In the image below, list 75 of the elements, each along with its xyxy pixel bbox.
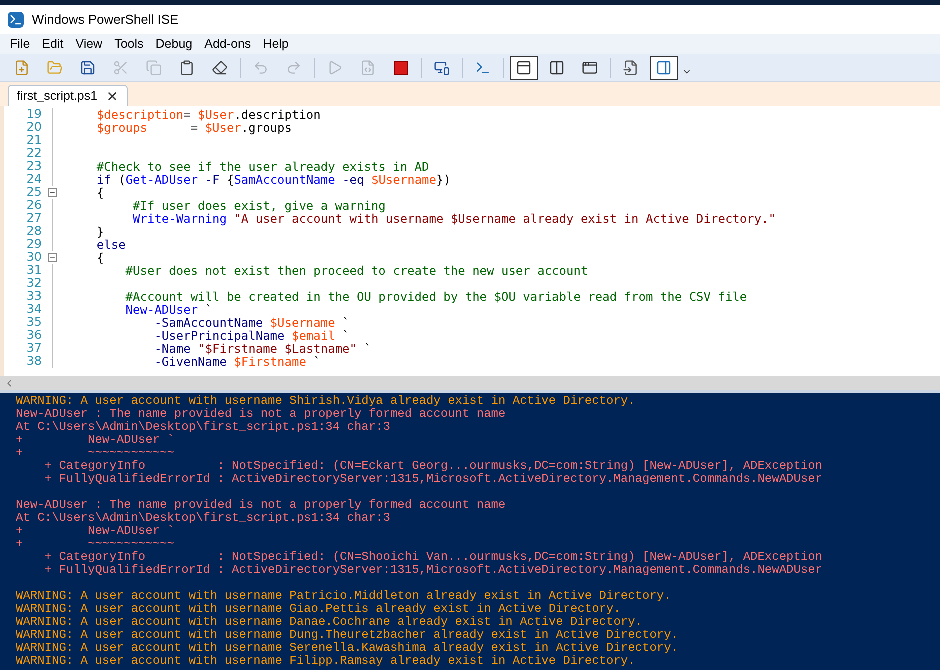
line-number: 29	[26, 238, 42, 251]
code-line: -Name "$Firstname $Lastname" `	[154, 342, 372, 356]
error-message: New-ADUser : The name provided is not a properly formed account name	[16, 407, 506, 421]
tab-label: first_script.ps1	[17, 88, 98, 105]
error-message: + New-ADUser `	[16, 524, 174, 538]
menu-item[interactable]: Help	[257, 34, 295, 54]
line-number: 34	[26, 303, 42, 316]
line-number: 24	[26, 173, 42, 186]
error-message: At C:\Users\Admin\Desktop\first_script.ps1:34 char:3	[16, 420, 390, 434]
line-number: 22	[26, 147, 42, 160]
pane-top-button[interactable]	[510, 56, 538, 80]
line-number: 36	[26, 329, 42, 342]
warning-message: WARNING: A user account with username Dung.Theuretzbacher already exist in Active Directory.	[16, 628, 679, 642]
code-line: $description= $User.description	[96, 108, 321, 122]
code-line: $groups = $User.groups	[96, 121, 292, 135]
code-line: -GivenName $Firstname `	[154, 355, 321, 369]
line-number: 19	[26, 108, 42, 121]
error-message: + FullyQualifiedErrorId : ActiveDirectoryServer:1315,Microsoft.ActiveDirectory.Management.Commands.NewADUser	[44, 472, 823, 486]
error-message: At C:\Users\Admin\Desktop\first_script.ps1:34 char:3	[16, 511, 390, 525]
code-line: {	[96, 251, 104, 265]
line-number: 20	[26, 121, 42, 134]
minus-icon	[48, 189, 56, 196]
line-number: 35	[26, 316, 42, 329]
code-line: #Account will be created in the OU provided by the $OU variable read from the CSV file	[124, 290, 748, 304]
menu-item[interactable]: File	[4, 34, 36, 54]
addon-pane-button[interactable]	[650, 56, 678, 80]
error-message: + FullyQualifiedErrorId : ActiveDirectoryServer:1315,Microsoft.ActiveDirectory.Management.Commands.NewADUser	[44, 563, 823, 577]
code-line: }	[96, 225, 104, 239]
menu-item[interactable]: Debug	[150, 34, 199, 54]
file-tab[interactable]: first_script.ps1	[8, 85, 128, 106]
code-line: if (Get-ADUser -F {SamAccountName -eq $Username})	[96, 173, 451, 187]
warning-message: WARNING: A user account with username Danae.Cochrane already exist in Active Directory.	[16, 615, 643, 629]
line-number: 32	[26, 277, 42, 290]
code-line: #User does not exist then proceed to create the new user account	[124, 264, 588, 278]
error-message: + New-ADUser `	[16, 433, 174, 447]
error-message: + ~~~~~~~~~~~~	[16, 537, 174, 551]
minus-icon	[48, 254, 56, 261]
app-icon	[8, 12, 24, 28]
code-line: New-ADUser `	[124, 303, 212, 317]
warning-message: WARNING: A user account with username Patricio.Middleton already exist in Active Directory.	[16, 589, 672, 603]
line-number: 28	[26, 225, 42, 238]
code-line: #Check to see if the user already exists in AD	[96, 160, 430, 174]
code-line: -SamAccountName $Username `	[154, 316, 350, 330]
window-title: Windows PowerShell ISE	[32, 10, 179, 29]
error-message: + ~~~~~~~~~~~~	[16, 446, 174, 460]
menu-item[interactable]: Add-ons	[198, 34, 258, 54]
line-number: 25	[26, 186, 42, 199]
error-message: + CategoryInfo : NotSpecified: (CN=Shooichi Van...ourmusks,DC=com:String) [New-ADUser], ADException	[44, 550, 823, 564]
line-number: 23	[26, 160, 42, 173]
warning-message: WARNING: A user account with username Filipp.Ramsay already exist in Active Directory.	[16, 654, 636, 668]
line-number: 30	[26, 251, 42, 264]
close-icon[interactable]	[106, 90, 119, 102]
code-line: Write-Warning "A user account with username $Username already exist in Active Directory."	[132, 212, 776, 226]
menu-item[interactable]: Tools	[108, 34, 150, 54]
collapse-toggle[interactable]	[48, 253, 56, 262]
error-message: + CategoryInfo : NotSpecified: (CN=Eckart Georg...ourmusks,DC=com:String) [New-ADUser], ADException	[44, 459, 823, 473]
line-number: 26	[26, 199, 42, 212]
menu-item[interactable]: View	[70, 34, 109, 54]
line-number: 27	[26, 212, 42, 225]
horizontal-scrollbar[interactable]	[0, 376, 940, 393]
code-line: {	[96, 186, 104, 200]
warning-message: WARNING: A user account with username Serenella.Kawashima already exist in Active Directory.	[16, 641, 679, 655]
line-number: 38	[26, 355, 42, 368]
line-number: 21	[26, 134, 42, 147]
line-number: 31	[26, 264, 42, 277]
error-message: New-ADUser : The name provided is not a properly formed account name	[16, 498, 506, 512]
code-line: #If user does exist, give a warning	[132, 199, 386, 213]
code-line: -UserPrincipalName $email `	[154, 329, 350, 343]
collapse-toggle[interactable]	[48, 188, 56, 197]
warning-message: WARNING: A user account with username Giao.Pettis already exist in Active Directory.	[16, 602, 621, 616]
line-number: 33	[26, 290, 42, 303]
line-number: 37	[26, 342, 42, 355]
code-line: else	[96, 238, 126, 252]
menu-item[interactable]: Edit	[36, 34, 70, 54]
warning-message: WARNING: A user account with username Shirish.Vidya already exist in Active Directory.	[16, 394, 636, 408]
